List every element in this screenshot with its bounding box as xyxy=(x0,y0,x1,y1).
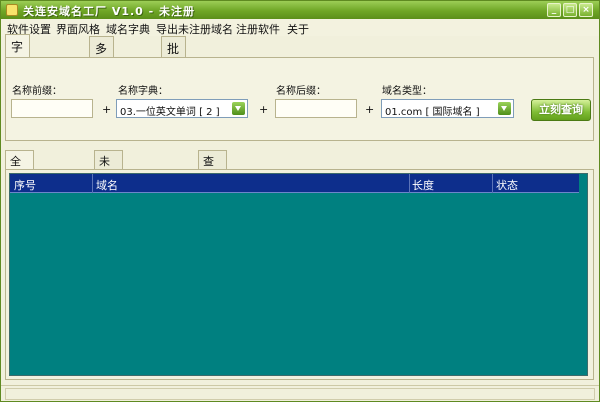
column-divider[interactable] xyxy=(92,174,93,193)
result-list-frame: 序号 域名 长度 状态 xyxy=(5,169,594,380)
column-header-index[interactable]: 序号 xyxy=(14,177,36,193)
domain-type-select-value: 01.com [ 国际域名 ] xyxy=(385,107,480,118)
app-icon xyxy=(6,4,18,16)
column-header-domain[interactable]: 域名 xyxy=(96,177,118,193)
plus-sign: + xyxy=(365,103,375,116)
status-pane xyxy=(5,388,595,400)
domain-type-label: 域名类型： xyxy=(382,86,432,97)
query-panel: 名称前缀： + 名称字典： 03.一位英文单词 [ 2 ] + 名称后缀： + … xyxy=(5,57,594,141)
menu-bar: 软件设置 界面风格 域名字典 导出未注册域名 注册软件 关于 xyxy=(1,19,599,36)
prefix-label: 名称前缀： xyxy=(12,86,62,97)
menu-dictionary[interactable]: 域名字典 xyxy=(106,21,150,37)
chevron-down-icon[interactable] xyxy=(498,102,511,115)
column-divider[interactable] xyxy=(492,174,493,193)
suffix-input[interactable] xyxy=(275,99,357,118)
maximize-icon[interactable]: □ xyxy=(563,3,577,17)
minimize-icon[interactable]: _ xyxy=(547,3,561,17)
window-title: 关连安域名工厂 V1.0 - 未注册 xyxy=(23,5,196,18)
suffix-label: 名称后缀： xyxy=(276,86,326,97)
prefix-input[interactable] xyxy=(11,99,93,118)
dictionary-select-value: 03.一位英文单词 [ 2 ] xyxy=(120,107,220,118)
dictionary-label: 名称字典： xyxy=(118,86,168,97)
menu-register[interactable]: 注册软件 xyxy=(236,21,280,37)
tab-unregistered-domains[interactable]: 未注册域名 (0) xyxy=(94,150,123,246)
query-button[interactable]: 立刻查询 xyxy=(531,99,591,121)
tab-dictionary-combo[interactable]: 字典组合查询 xyxy=(5,34,31,139)
column-divider[interactable] xyxy=(409,174,410,193)
tab-timeout[interactable]: 查询超时 (0) xyxy=(198,150,227,230)
tab-multi-suffix[interactable]: 多后缀查询 xyxy=(89,36,115,124)
chevron-down-icon[interactable] xyxy=(232,102,245,115)
result-list[interactable]: 序号 域名 长度 状态 xyxy=(9,173,588,376)
status-bar xyxy=(1,385,599,401)
title-bar[interactable]: 关连安域名工厂 V1.0 - 未注册 _ □ × xyxy=(1,1,599,19)
column-header-status[interactable]: 状态 xyxy=(496,177,518,193)
menu-export[interactable]: 导出未注册域名 xyxy=(156,21,233,37)
list-header: 序号 域名 长度 状态 xyxy=(10,174,579,193)
dictionary-select[interactable]: 03.一位英文单词 [ 2 ] xyxy=(116,99,248,118)
menu-about[interactable]: 关于 xyxy=(287,21,309,37)
app-window: 关连安域名工厂 V1.0 - 未注册 _ □ × 软件设置 界面风格 域名字典 … xyxy=(0,0,600,402)
tab-batch-input[interactable]: 批量输入查询 xyxy=(161,36,187,141)
plus-sign: + xyxy=(102,103,112,116)
menu-skin[interactable]: 界面风格 xyxy=(56,21,100,37)
plus-sign: + xyxy=(259,103,269,116)
column-header-length[interactable]: 长度 xyxy=(412,177,434,193)
close-icon[interactable]: × xyxy=(579,3,593,17)
tab-all-domains[interactable]: 全部域名 (0) xyxy=(5,150,34,230)
domain-type-select[interactable]: 01.com [ 国际域名 ] xyxy=(381,99,514,118)
